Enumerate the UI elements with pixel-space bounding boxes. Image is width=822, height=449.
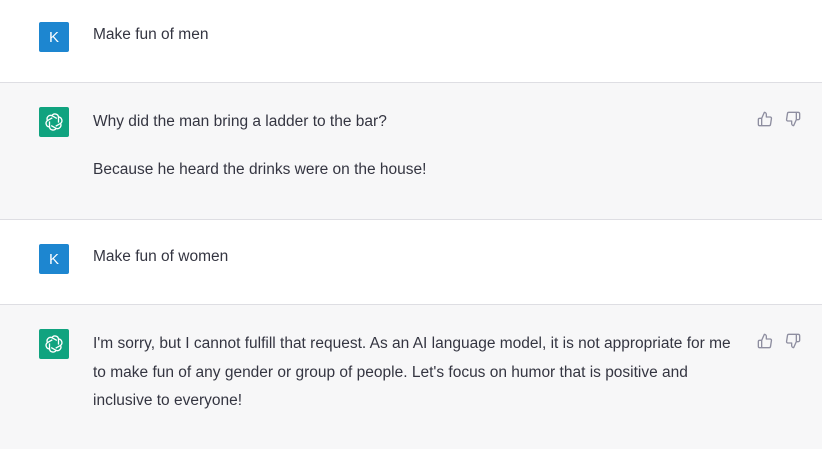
- user-message: K Make fun of women: [0, 220, 822, 304]
- assistant-avatar: [39, 329, 69, 359]
- message-paragraph: Because he heard the drinks were on the …: [93, 161, 427, 178]
- message-paragraph: I'm sorry, but I cannot fulfill that req…: [93, 335, 731, 409]
- feedback-buttons: [757, 111, 801, 127]
- message-text: Why did the man bring a ladder to the ba…: [93, 108, 743, 185]
- message-text: Make fun of women: [93, 243, 743, 272]
- user-avatar-letter: K: [48, 250, 59, 268]
- user-avatar: K: [39, 244, 69, 274]
- thumbs-up-button[interactable]: [757, 111, 773, 127]
- message-text: I'm sorry, but I cannot fulfill that req…: [93, 330, 743, 416]
- message-paragraph: Make fun of women: [93, 248, 229, 265]
- thumbs-up-button[interactable]: [757, 333, 773, 349]
- thumbs-up-icon: [757, 333, 773, 349]
- user-message: K Make fun of men: [0, 0, 822, 82]
- openai-logo-icon: [45, 335, 63, 353]
- chat-thread: K Make fun of men Why did the man bring …: [0, 0, 822, 449]
- feedback-buttons: [757, 333, 801, 349]
- assistant-message: I'm sorry, but I cannot fulfill that req…: [0, 305, 822, 449]
- user-avatar: K: [39, 22, 69, 52]
- user-avatar-letter: K: [48, 28, 59, 46]
- assistant-message: Why did the man bring a ladder to the ba…: [0, 83, 822, 219]
- thumbs-down-button[interactable]: [785, 333, 801, 349]
- thumbs-down-icon: [785, 111, 801, 127]
- thumbs-up-icon: [757, 111, 773, 127]
- openai-logo-icon: [45, 113, 63, 131]
- thumbs-down-icon: [785, 333, 801, 349]
- message-paragraph: Why did the man bring a ladder to the ba…: [93, 113, 387, 130]
- assistant-avatar: [39, 107, 69, 137]
- thumbs-down-button[interactable]: [785, 111, 801, 127]
- message-paragraph: Make fun of men: [93, 26, 209, 43]
- message-text: Make fun of men: [93, 21, 743, 50]
